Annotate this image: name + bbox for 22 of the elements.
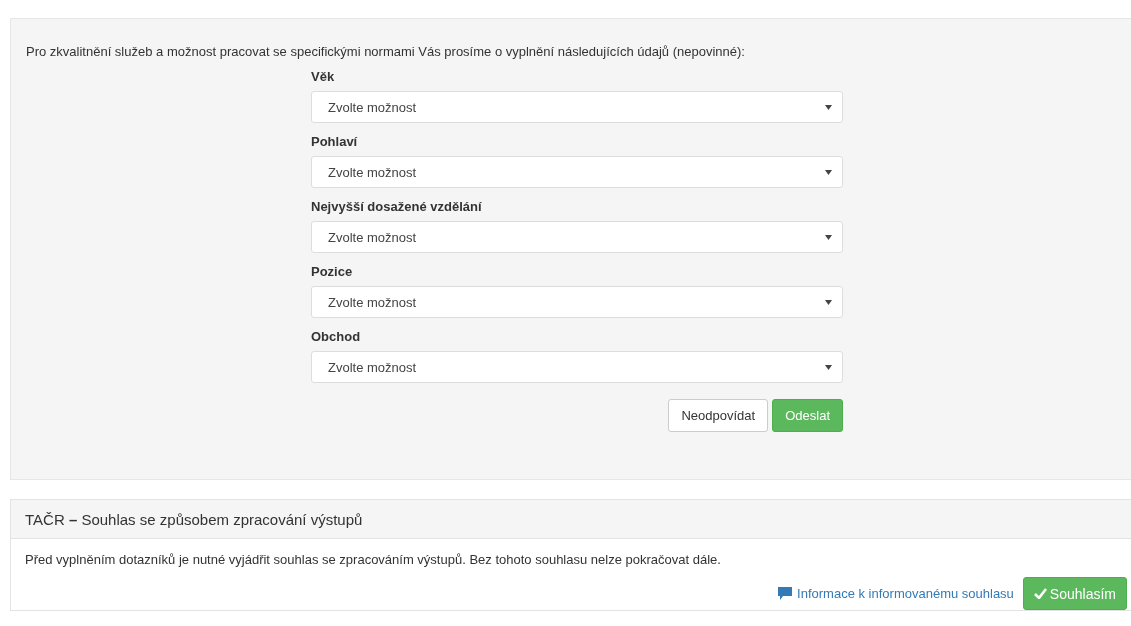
checkmark-icon: [1033, 588, 1047, 599]
field-label: Nejvyšší dosažené vzdělání: [311, 198, 483, 216]
caret-icon: [825, 299, 832, 305]
select-field[interactable]: Zvolte možnost: [311, 286, 843, 318]
select-field[interactable]: Zvolte možnost: [311, 221, 843, 253]
intro-text: Pro zkvalitnění služeb a možnost pracovat se specifickými normami Vás prosíme o vyplnění následujících údajů (nepovinné):: [26, 43, 746, 61]
comment-icon: [778, 587, 793, 600]
info-link[interactable]: Informace k informovanému souhlasu: [778, 586, 1014, 601]
caret-icon: [825, 364, 832, 370]
field-label: Pohlaví: [311, 133, 359, 151]
consent-text: Před vyplněním dotazníků je nutné vyjádřit souhlas se zpracováním výstupů. Bez tohoto souhlasu nelze pokračovat dále.: [25, 551, 722, 569]
field-label: Věk: [311, 68, 336, 86]
field-label: Obchod: [311, 328, 362, 346]
select-field[interactable]: Zvolte možnost: [311, 91, 843, 123]
select-field[interactable]: Zvolte možnost: [311, 351, 843, 383]
caret-icon: [825, 104, 832, 110]
panel-title: TAČR – Souhlas se způsobem zpracování výstupů: [25, 510, 363, 528]
caret-icon: [825, 234, 832, 240]
skip-button[interactable]: Neodpovídat: [668, 399, 769, 432]
field-label: Pozice: [311, 263, 354, 281]
select-field[interactable]: Zvolte možnost: [311, 156, 843, 188]
caret-icon: [825, 169, 832, 175]
